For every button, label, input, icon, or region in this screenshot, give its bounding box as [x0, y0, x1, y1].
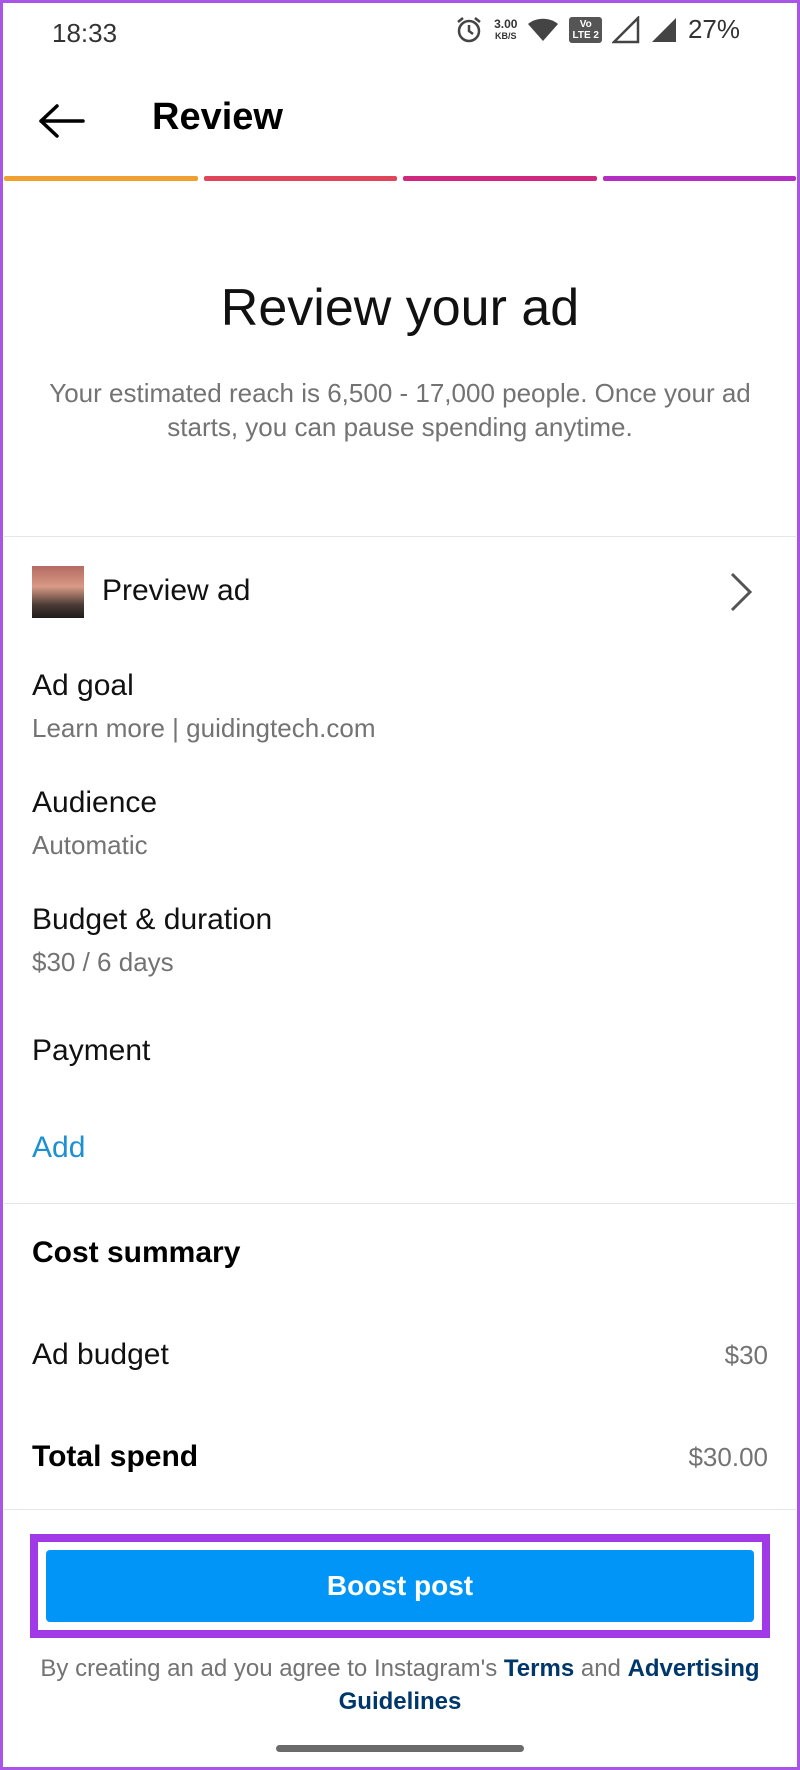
total-spend-value: $30.00	[688, 1441, 768, 1472]
audience-value: Automatic	[32, 830, 148, 860]
preview-ad-row[interactable]: Preview ad	[0, 540, 800, 644]
step-progress-bar	[4, 176, 796, 181]
divider	[4, 1509, 796, 1510]
net-speed-value: 3.00	[494, 16, 518, 31]
screenshot-border	[0, 0, 800, 1770]
ad-goal-title: Ad goal	[32, 669, 134, 702]
budget-duration-item[interactable]: Budget & duration $30 / 6 days	[32, 901, 772, 979]
progress-segment-4	[602, 176, 796, 181]
chevron-right-icon	[730, 572, 753, 612]
signal-icon	[611, 15, 640, 44]
top-app-bar: Review	[0, 68, 800, 178]
status-icons: 3.00 KB/S Vo LTE 2 27%	[454, 14, 740, 45]
divider	[4, 536, 796, 537]
legal-and: and	[574, 1655, 628, 1682]
home-indicator[interactable]	[276, 1745, 524, 1752]
cost-summary-heading: Cost summary	[32, 1236, 241, 1269]
signal-icon	[650, 16, 678, 44]
net-speed: 3.00 KB/S	[494, 18, 517, 42]
progress-segment-1	[4, 176, 198, 181]
boost-post-button[interactable]: Boost post	[46, 1550, 754, 1622]
ad-goal-value: Learn more | guidingtech.com	[32, 713, 376, 743]
legal-prefix: By creating an ad you agree to Instagram…	[40, 1655, 504, 1682]
terms-link[interactable]: Terms	[504, 1655, 574, 1682]
volte-bottom: LTE 2	[572, 29, 599, 41]
ad-budget-value: $30	[724, 1339, 768, 1370]
preview-ad-label: Preview ad	[102, 574, 251, 607]
budget-duration-title: Budget & duration	[32, 903, 273, 936]
reach-description: Your estimated reach is 6,500 - 17,000 p…	[49, 378, 751, 442]
status-time: 18:33	[52, 18, 118, 48]
payment-item: Payment	[32, 1032, 772, 1070]
ad-budget-row: Ad budget $30	[32, 1338, 768, 1372]
net-speed-unit: KB/S	[495, 30, 517, 41]
volte-icon: Vo LTE 2	[569, 16, 602, 43]
back-button[interactable]	[34, 96, 88, 146]
total-spend-label: Total spend	[32, 1440, 199, 1473]
budget-duration-value: $30 / 6 days	[32, 947, 174, 977]
progress-segment-3	[403, 176, 597, 181]
add-payment-link[interactable]: Add	[32, 1131, 85, 1165]
audience-title: Audience	[32, 786, 158, 819]
ad-budget-label: Ad budget	[32, 1338, 169, 1371]
arrow-left-icon	[39, 104, 85, 138]
volte-top: Vo	[579, 18, 592, 30]
review-heading: Review your ad	[220, 279, 580, 337]
divider	[4, 1203, 796, 1204]
payment-title: Payment	[32, 1034, 151, 1067]
wifi-icon	[527, 17, 559, 43]
alarm-icon	[454, 15, 484, 45]
status-bar: 18:33 3.00 KB/S Vo LTE 2 27%	[0, 0, 800, 68]
post-thumbnail	[32, 566, 84, 618]
total-spend-row: Total spend $30.00	[32, 1440, 768, 1474]
legal-notice: By creating an ad you agree to Instagram…	[24, 1652, 776, 1718]
page-title: Review	[152, 96, 283, 138]
ad-goal-item[interactable]: Ad goal Learn more | guidingtech.com	[32, 667, 772, 745]
battery-percent: 27%	[687, 14, 740, 44]
audience-item[interactable]: Audience Automatic	[32, 784, 772, 862]
progress-segment-2	[203, 176, 397, 181]
